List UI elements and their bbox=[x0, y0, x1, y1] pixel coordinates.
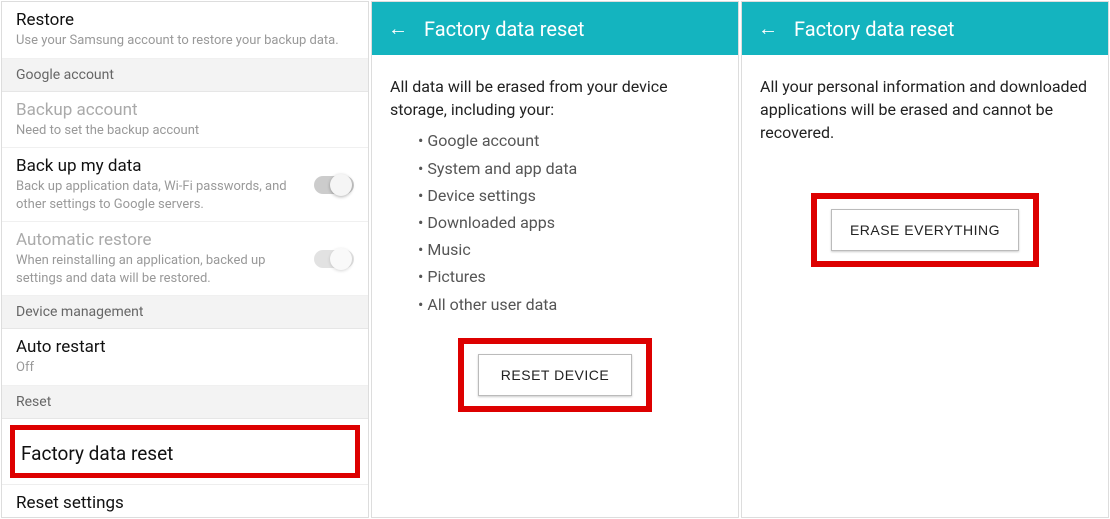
section-device-management: Device management bbox=[2, 296, 368, 329]
reset-device-highlight: RESET DEVICE bbox=[458, 338, 652, 412]
erase-everything-highlight: ERASE EVERYTHING bbox=[811, 193, 1039, 267]
bullet-item: Music bbox=[418, 238, 720, 261]
bullet-item: Downloaded apps bbox=[418, 211, 720, 234]
bullet-item: Google account bbox=[418, 129, 720, 152]
bullet-item: Device settings bbox=[418, 184, 720, 207]
restore-item[interactable]: Restore Use your Samsung account to rest… bbox=[2, 2, 368, 59]
factory-reset-highlight: Factory data reset bbox=[10, 425, 360, 478]
settings-list-panel: Restore Use your Samsung account to rest… bbox=[1, 1, 369, 518]
erase-everything-button[interactable]: ERASE EVERYTHING bbox=[831, 209, 1019, 251]
section-google-account: Google account bbox=[2, 59, 368, 92]
appbar-title: Factory data reset bbox=[794, 17, 954, 41]
backup-data-sub: Back up application data, Wi-Fi password… bbox=[16, 178, 304, 213]
erase-list: Google account System and app data Devic… bbox=[418, 129, 720, 315]
auto-restart-item[interactable]: Auto restart Off bbox=[2, 329, 368, 386]
bullet-item: Pictures bbox=[418, 265, 720, 288]
backup-data-title: Back up my data bbox=[16, 156, 304, 176]
factory-data-reset-item[interactable]: Factory data reset bbox=[15, 430, 347, 467]
appbar: ← Factory data reset bbox=[742, 2, 1108, 55]
reset-settings-item[interactable]: Reset settings bbox=[2, 484, 368, 518]
backup-account-sub: Need to set the backup account bbox=[16, 122, 354, 140]
automatic-restore-sub: When reinstalling an application, backed… bbox=[16, 252, 304, 287]
erase-confirm-panel: ← Factory data reset All your personal i… bbox=[741, 1, 1109, 518]
backup-data-item[interactable]: Back up my data Back up application data… bbox=[2, 148, 368, 222]
bullet-item: All other user data bbox=[418, 293, 720, 316]
backup-account-title: Backup account bbox=[16, 100, 354, 120]
backup-data-toggle[interactable] bbox=[314, 176, 354, 194]
appbar-title: Factory data reset bbox=[424, 17, 584, 41]
intro-text: All data will be erased from your device… bbox=[390, 75, 720, 121]
restore-sub: Use your Samsung account to restore your… bbox=[16, 32, 354, 50]
bullet-item: System and app data bbox=[418, 157, 720, 180]
back-arrow-icon[interactable]: ← bbox=[388, 16, 408, 41]
reset-settings-title: Reset settings bbox=[16, 493, 354, 513]
confirm-text: All your personal information and downlo… bbox=[760, 75, 1090, 145]
automatic-restore-title: Automatic restore bbox=[16, 230, 304, 250]
backup-account-item[interactable]: Backup account Need to set the backup ac… bbox=[2, 92, 368, 149]
auto-restart-title: Auto restart bbox=[16, 337, 354, 357]
restore-title: Restore bbox=[16, 10, 354, 30]
auto-restart-sub: Off bbox=[16, 359, 354, 377]
factory-reset-detail-panel: ← Factory data reset All data will be er… bbox=[371, 1, 739, 518]
section-reset: Reset bbox=[2, 386, 368, 419]
automatic-restore-toggle bbox=[314, 250, 354, 268]
automatic-restore-item: Automatic restore When reinstalling an a… bbox=[2, 222, 368, 296]
back-arrow-icon[interactable]: ← bbox=[758, 16, 778, 41]
reset-device-button[interactable]: RESET DEVICE bbox=[478, 354, 632, 396]
appbar: ← Factory data reset bbox=[372, 2, 738, 55]
